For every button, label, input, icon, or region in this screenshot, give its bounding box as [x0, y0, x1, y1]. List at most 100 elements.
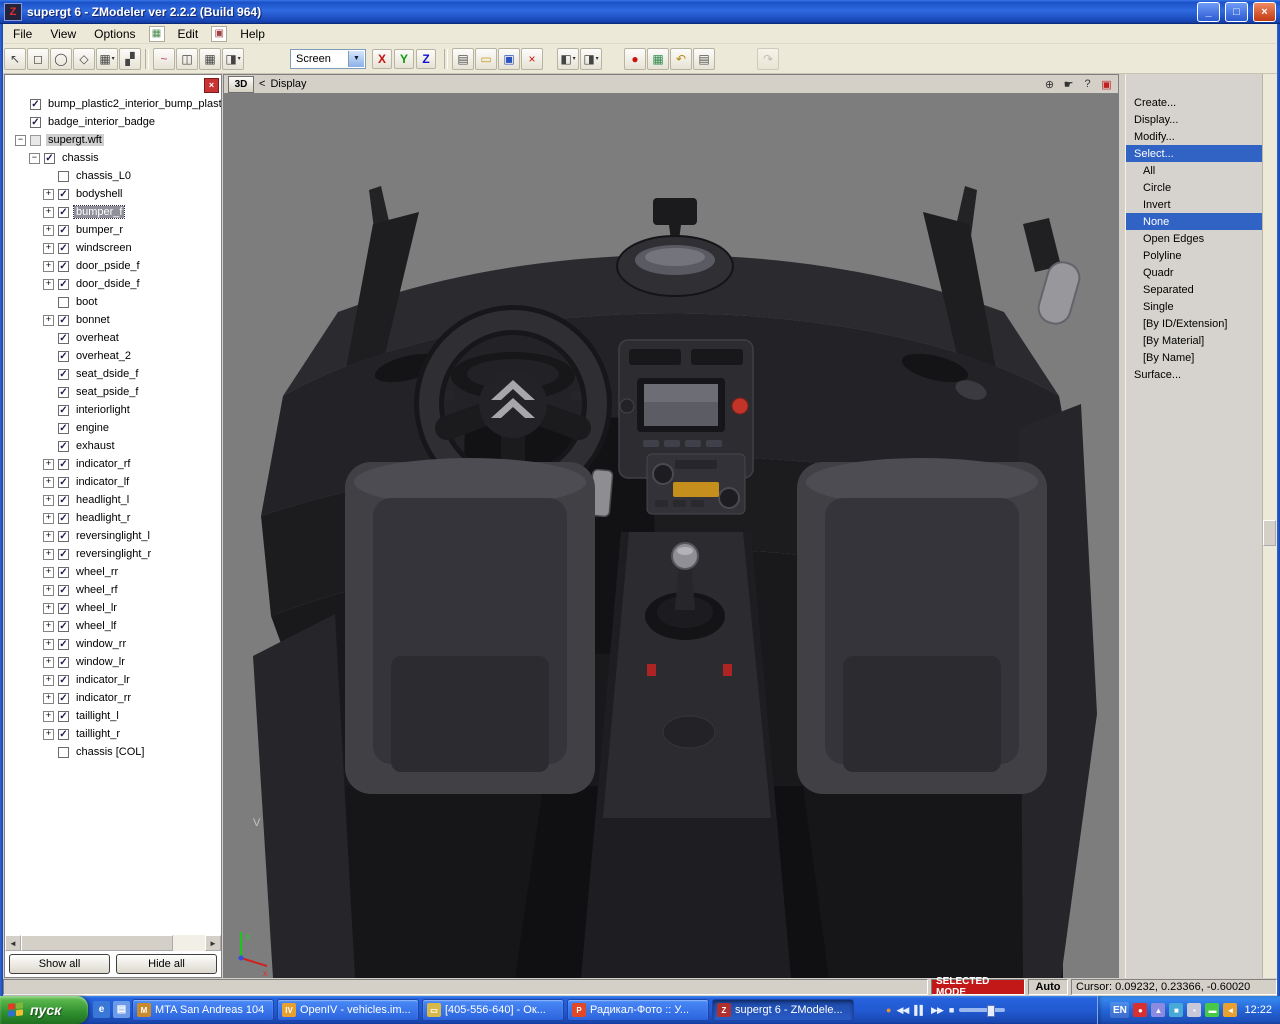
checkbox-checked[interactable]: ✓: [58, 189, 69, 200]
tree-item-headlight-r[interactable]: +✓headlight_r: [5, 509, 221, 527]
select-arrow-icon[interactable]: ↖: [4, 48, 26, 70]
expand-plus-icon[interactable]: +: [43, 315, 54, 326]
task-button-405-556-640-ок[interactable]: ▭[405-556-640] - Ок...: [422, 999, 564, 1021]
expand-plus-icon[interactable]: +: [43, 711, 54, 722]
tree-item-indicator-rr[interactable]: +✓indicator_rr: [5, 689, 221, 707]
tree-item-wheel-lr[interactable]: +✓wheel_lr: [5, 599, 221, 617]
checkbox-checked[interactable]: ✓: [58, 567, 69, 578]
tree-item-badge-interior-badge[interactable]: ✓badge_interior_badge: [5, 113, 221, 131]
select-mode-dropdown-icon[interactable]: ▦▾: [96, 48, 118, 70]
import-dropdown-icon[interactable]: ◧▾: [557, 48, 579, 70]
show-desktop-icon[interactable]: ▤: [113, 1001, 130, 1018]
checkbox-checked[interactable]: ✓: [58, 603, 69, 614]
tree-item-seat-dside-f[interactable]: ✓seat_dside_f: [5, 365, 221, 383]
checkbox-checked[interactable]: ✓: [58, 729, 69, 740]
tree-item-exhaust[interactable]: ✓exhaust: [5, 437, 221, 455]
viewport-canvas[interactable]: V: [223, 94, 1119, 978]
minimize-button[interactable]: _: [1197, 2, 1220, 22]
hide-all-button[interactable]: Hide all: [116, 954, 217, 974]
views-dropdown-icon[interactable]: ◨▾: [222, 48, 244, 70]
expand-plus-icon[interactable]: +: [43, 675, 54, 686]
close-button[interactable]: ×: [1253, 2, 1276, 22]
checkbox-checked[interactable]: ✓: [58, 585, 69, 596]
tree-item-reversinglight-r[interactable]: +✓reversinglight_r: [5, 545, 221, 563]
expand-plus-icon[interactable]: +: [43, 279, 54, 290]
tree-item-overheat[interactable]: ✓overheat: [5, 329, 221, 347]
expand-plus-icon[interactable]: +: [43, 729, 54, 740]
checkbox-checked[interactable]: ✓: [44, 153, 55, 164]
checkbox-checked[interactable]: ✓: [58, 243, 69, 254]
messenger-tray-icon[interactable]: ▪: [1187, 1003, 1201, 1017]
notes-icon[interactable]: ▤: [693, 48, 715, 70]
command-item-circle[interactable]: Circle: [1126, 179, 1262, 196]
axis-y-button[interactable]: Y: [394, 49, 414, 69]
curves-tool-icon[interactable]: ~: [153, 48, 175, 70]
tree-item-wheel-lf[interactable]: +✓wheel_lf: [5, 617, 221, 635]
toggle-vertices-icon[interactable]: ▞: [119, 48, 141, 70]
tree-item-indicator-lf[interactable]: +✓indicator_lf: [5, 473, 221, 491]
tree-horizontal-scrollbar[interactable]: ◄ ►: [5, 935, 221, 951]
tree-item-boot[interactable]: boot: [5, 293, 221, 311]
player-stop-icon[interactable]: ■: [949, 1003, 953, 1017]
checkbox-checked[interactable]: ✓: [58, 207, 69, 218]
right-scrollbar-thumb[interactable]: [1263, 520, 1276, 546]
view-layout-icon[interactable]: ◫: [176, 48, 198, 70]
player-prev-icon[interactable]: ◀◀: [896, 1003, 908, 1017]
task-button-openiv-vehicles-im[interactable]: IVOpenIV - vehicles.im...: [277, 999, 419, 1021]
axis-x-button[interactable]: X: [372, 49, 392, 69]
select-circle-icon[interactable]: ◯: [50, 48, 72, 70]
checkbox-checked[interactable]: ✓: [58, 315, 69, 326]
menu-item-view[interactable]: View: [41, 25, 85, 43]
scroll-right-arrow[interactable]: ►: [205, 935, 221, 951]
tree-item-headlight-l[interactable]: +✓headlight_l: [5, 491, 221, 509]
player-volume-slider-thumb[interactable]: [987, 1005, 995, 1017]
view-mode-button[interactable]: 3D: [228, 76, 254, 93]
tree-item-seat-pside-f[interactable]: ✓seat_pside_f: [5, 383, 221, 401]
checkbox-checked[interactable]: ✓: [30, 99, 41, 110]
tree-item-taillight-r[interactable]: +✓taillight_r: [5, 725, 221, 743]
select-poly-icon[interactable]: ◇: [73, 48, 95, 70]
checkbox-checked[interactable]: ✓: [58, 531, 69, 542]
command-item-quadr[interactable]: Quadr: [1126, 264, 1262, 281]
checkbox-checked[interactable]: ✓: [58, 369, 69, 380]
tree-item-bumper-r[interactable]: +✓bumper_r: [5, 221, 221, 239]
open-file-icon[interactable]: ▭: [475, 48, 497, 70]
tree-item-bonnet[interactable]: +✓bonnet: [5, 311, 221, 329]
pan-hand-icon[interactable]: ☛: [1061, 77, 1076, 92]
expand-plus-icon[interactable]: +: [43, 693, 54, 704]
checkbox-unchecked[interactable]: [58, 747, 69, 758]
tree-item-door-pside-f[interactable]: +✓door_pside_f: [5, 257, 221, 275]
undo-icon[interactable]: ↶: [670, 48, 692, 70]
checkbox-checked[interactable]: ✓: [58, 639, 69, 650]
start-button[interactable]: пуск: [0, 996, 88, 1024]
checkbox-checked[interactable]: ✓: [58, 279, 69, 290]
checkbox-checked[interactable]: ✓: [58, 477, 69, 488]
scroll-thumb[interactable]: [21, 935, 173, 951]
command-item-create[interactable]: Create...: [1126, 94, 1262, 111]
tree-item-chassis-l0[interactable]: chassis_L0: [5, 167, 221, 185]
player-icon[interactable]: ●: [886, 1003, 890, 1017]
player-tray-icon[interactable]: ▲: [1151, 1003, 1165, 1017]
checkbox-checked[interactable]: ✓: [58, 261, 69, 272]
checkbox-checked[interactable]: ✓: [30, 117, 41, 128]
command-item-polyline[interactable]: Polyline: [1126, 247, 1262, 264]
checkbox-checked[interactable]: ✓: [58, 657, 69, 668]
close-view-icon[interactable]: ▣: [1099, 77, 1114, 92]
grid-toggle-icon[interactable]: ▦: [199, 48, 221, 70]
help-icon[interactable]: ?: [1080, 77, 1095, 92]
expand-plus-icon[interactable]: +: [43, 585, 54, 596]
network-tray-icon[interactable]: ▬: [1205, 1003, 1219, 1017]
tree-item-wheel-rf[interactable]: +✓wheel_rf: [5, 581, 221, 599]
zoom-icon[interactable]: ⊕: [1042, 77, 1057, 92]
command-item-open-edges[interactable]: Open Edges: [1126, 230, 1262, 247]
snapshot-icon[interactable]: ▦: [647, 48, 669, 70]
expand-plus-icon[interactable]: +: [43, 567, 54, 578]
plugins-menu-icon[interactable]: ▣: [211, 26, 227, 42]
checkbox-checked[interactable]: ✓: [58, 549, 69, 560]
tree-item-interiorlight[interactable]: ✓interiorlight: [5, 401, 221, 419]
command-item-single[interactable]: Single: [1126, 298, 1262, 315]
checkbox-checked[interactable]: ✓: [58, 675, 69, 686]
checkbox-unchecked[interactable]: [58, 171, 69, 182]
command-item-display[interactable]: Display...: [1126, 111, 1262, 128]
new-file-icon[interactable]: ▤: [452, 48, 474, 70]
